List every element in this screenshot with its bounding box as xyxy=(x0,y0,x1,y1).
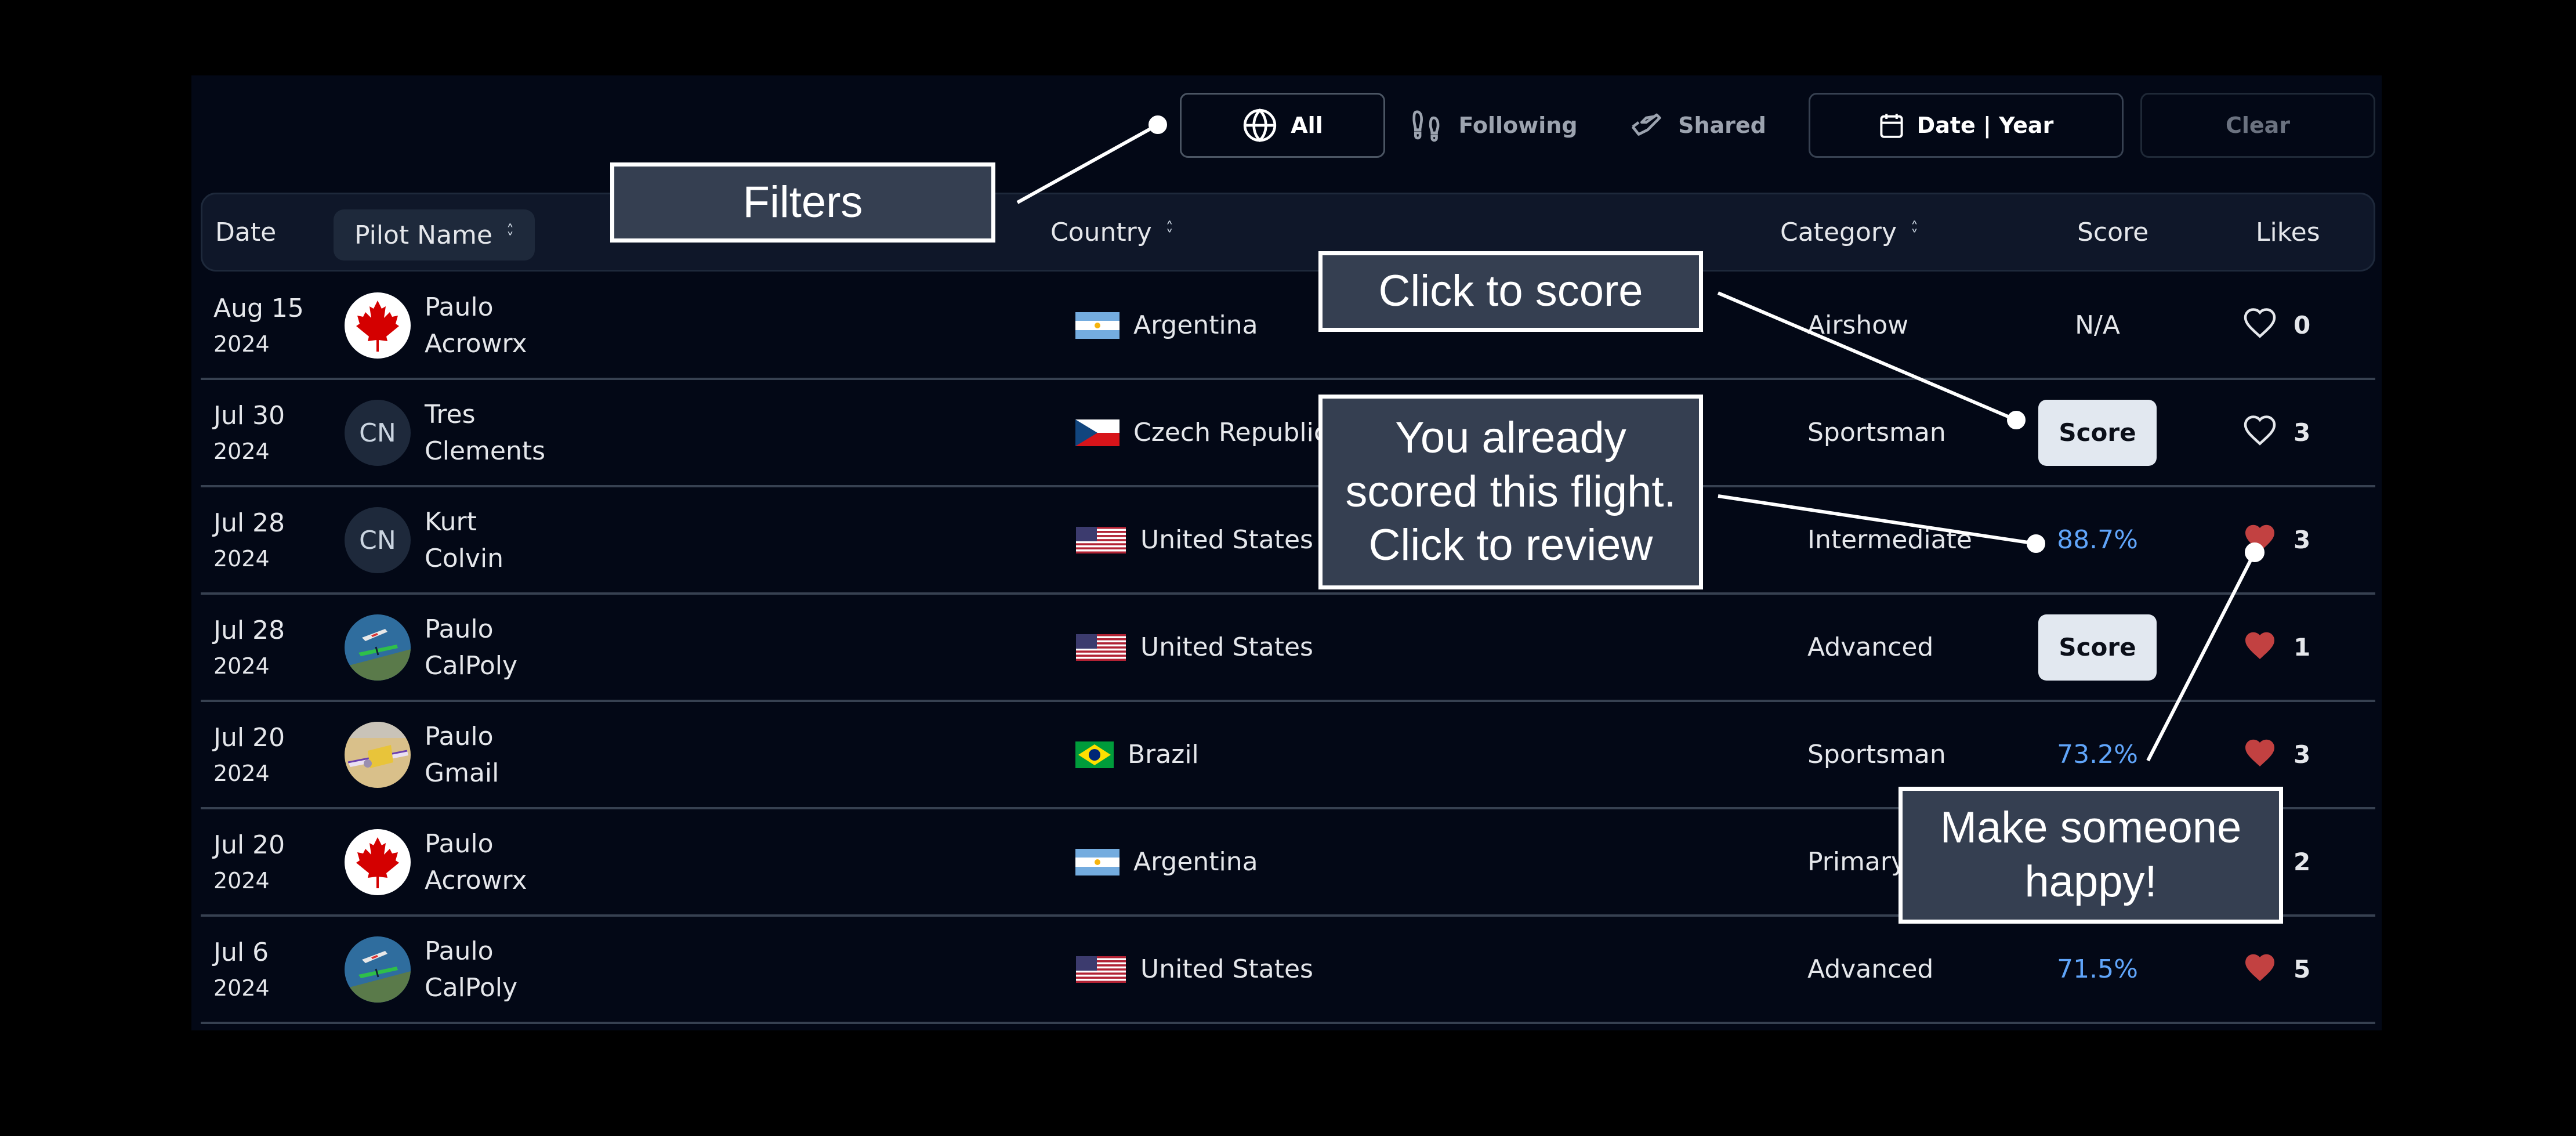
callout-already-scored: You already scored this flight. Click to… xyxy=(1318,395,1703,589)
filters-pointer-dot xyxy=(1148,115,1167,134)
like-pointer-dot xyxy=(2245,542,2265,562)
callout-already-line: You already xyxy=(1395,413,1626,462)
callout-already-line: scored this flight. xyxy=(1345,466,1676,516)
review-pointer-line xyxy=(1718,494,2037,545)
score-pointer-dot xyxy=(2007,411,2026,429)
annotation-lines xyxy=(1016,115,2265,762)
callout-make-happy-line: Make someone xyxy=(1940,803,2242,853)
callout-filters-text: Filters xyxy=(742,177,863,227)
callout-make-happy: Make someone happy! xyxy=(1899,787,2283,924)
callout-click-to-score: Click to score xyxy=(1318,251,1703,332)
filters-pointer-line xyxy=(1016,123,1159,204)
score-pointer-line xyxy=(1717,291,2017,422)
like-pointer-line xyxy=(2146,551,2256,762)
callout-already-line: Click to review xyxy=(1368,520,1653,570)
callout-click-to-score-text: Click to score xyxy=(1378,266,1643,316)
callout-make-happy-line: happy! xyxy=(2024,857,2157,906)
callout-filters: Filters xyxy=(610,162,995,243)
review-pointer-dot xyxy=(2027,534,2045,553)
